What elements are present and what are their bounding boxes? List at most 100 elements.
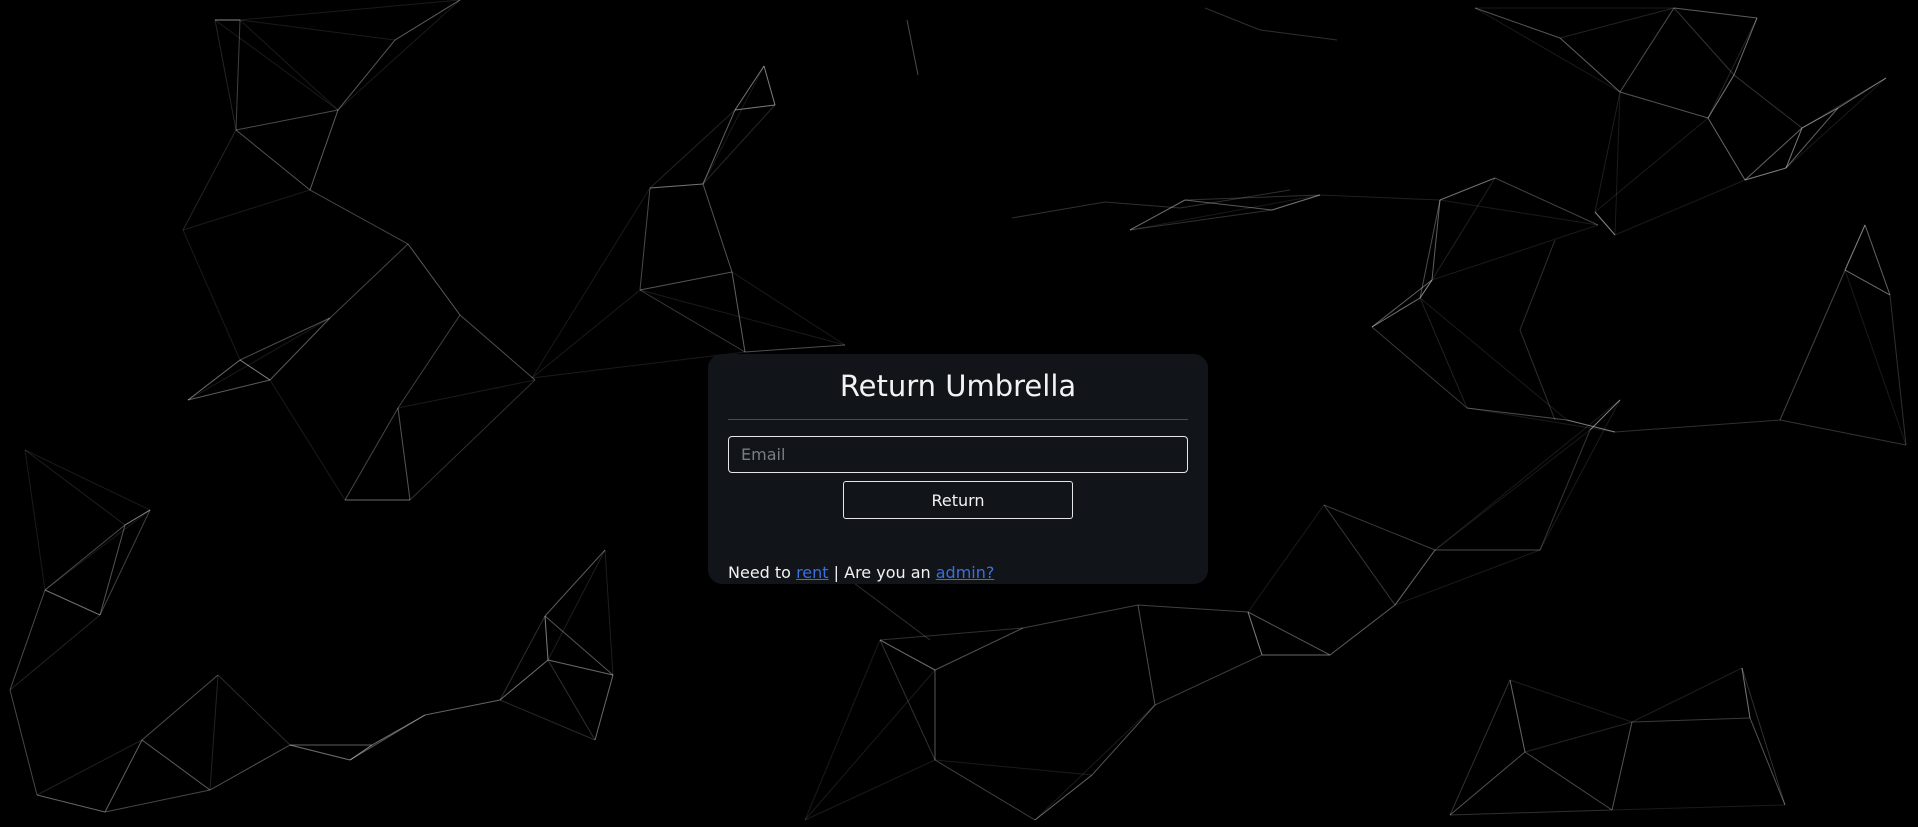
network-line: [1104, 201, 1181, 209]
network-line: [1509, 679, 1526, 753]
network-line: [804, 669, 936, 821]
network-line: [1022, 604, 1139, 629]
network-line: [1733, 17, 1758, 76]
network-line: [804, 759, 936, 821]
network-line: [499, 659, 549, 701]
network-line: [1707, 17, 1758, 119]
network-line: [44, 589, 101, 616]
network-line: [499, 615, 546, 701]
network-line: [879, 639, 936, 761]
return-button[interactable]: Return: [843, 481, 1073, 519]
network-line: [1631, 717, 1751, 723]
network-line: [1864, 224, 1891, 296]
footer-prefix-text: Need to: [728, 563, 791, 582]
network-line: [1539, 399, 1621, 551]
network-line: [1247, 504, 1325, 613]
network-line: [1371, 297, 1421, 328]
page-title: Return Umbrella: [839, 369, 1077, 403]
network-line: [702, 65, 765, 185]
network-line: [187, 317, 331, 401]
network-line: [1449, 809, 1613, 816]
network-line: [804, 639, 881, 821]
network-line: [217, 674, 291, 746]
email-input[interactable]: [728, 436, 1188, 473]
network-line: [104, 739, 143, 813]
network-line: [639, 187, 651, 291]
network-line: [349, 714, 426, 761]
network-line: [547, 659, 596, 741]
network-line: [1707, 117, 1746, 181]
network-line: [182, 129, 237, 231]
network-line: [407, 243, 461, 316]
network-line: [1449, 751, 1526, 816]
network-line: [44, 509, 151, 591]
network-line: [1449, 679, 1511, 816]
network-line: [1466, 407, 1568, 421]
network-line: [214, 19, 237, 131]
network-line: [1749, 717, 1786, 806]
network-line: [702, 104, 776, 185]
network-line: [36, 739, 143, 796]
rent-link[interactable]: rent: [796, 563, 828, 582]
network-line: [1154, 654, 1263, 706]
network-line: [309, 109, 339, 191]
network-line: [1137, 604, 1249, 613]
network-line: [44, 524, 126, 591]
network-line: [1519, 329, 1556, 421]
network-line: [1394, 549, 1436, 606]
network-line: [1466, 407, 1616, 433]
network-line: [1034, 704, 1156, 821]
network-line: [702, 183, 733, 273]
footer-line: Need to rent | Are you an admin?: [728, 562, 1188, 584]
network-line: [344, 407, 399, 501]
network-line: [397, 379, 536, 409]
network-line: [141, 674, 219, 741]
network-line: [24, 449, 126, 526]
network-line: [1474, 7, 1561, 39]
network-line: [1566, 419, 1616, 433]
network-line: [1371, 279, 1433, 328]
network-line: [734, 104, 776, 111]
network-line: [1524, 721, 1633, 753]
network-line: [239, 19, 339, 111]
admin-link[interactable]: admin?: [936, 563, 995, 582]
network-line: [397, 407, 411, 501]
network-line: [734, 65, 765, 111]
network-line: [547, 659, 614, 676]
network-line: [1439, 177, 1496, 201]
network-line: [24, 449, 151, 511]
network-line: [702, 109, 736, 185]
network-line: [639, 271, 733, 291]
network-line: [1371, 326, 1468, 409]
network-line: [1741, 667, 1786, 806]
network-line: [1034, 774, 1093, 821]
network-line: [182, 189, 311, 231]
network-line: [239, 359, 271, 381]
network-line: [235, 129, 311, 191]
network-line: [1419, 297, 1468, 409]
network-line: [1431, 177, 1496, 281]
footer-middle-text: | Are you an: [833, 563, 931, 582]
network-line: [744, 344, 846, 353]
title-divider: [728, 419, 1188, 420]
network-line: [1594, 211, 1616, 236]
network-line: [1323, 504, 1396, 606]
network-line: [1431, 224, 1599, 281]
network-line: [1733, 74, 1803, 129]
network-line: [289, 744, 351, 761]
network-line: [499, 699, 596, 741]
network-line: [337, 39, 396, 111]
network-line: [1631, 667, 1743, 723]
network-line: [1779, 269, 1846, 421]
network-line: [1785, 127, 1803, 169]
network-line: [397, 314, 461, 409]
network-line: [1474, 7, 1621, 93]
network-line: [544, 549, 606, 617]
network-line: [1434, 399, 1621, 551]
network-line: [1785, 107, 1839, 169]
network-line: [544, 615, 549, 661]
network-line: [239, 19, 396, 41]
network-line: [214, 19, 339, 111]
network-line: [424, 699, 501, 716]
network-line: [1431, 199, 1441, 281]
